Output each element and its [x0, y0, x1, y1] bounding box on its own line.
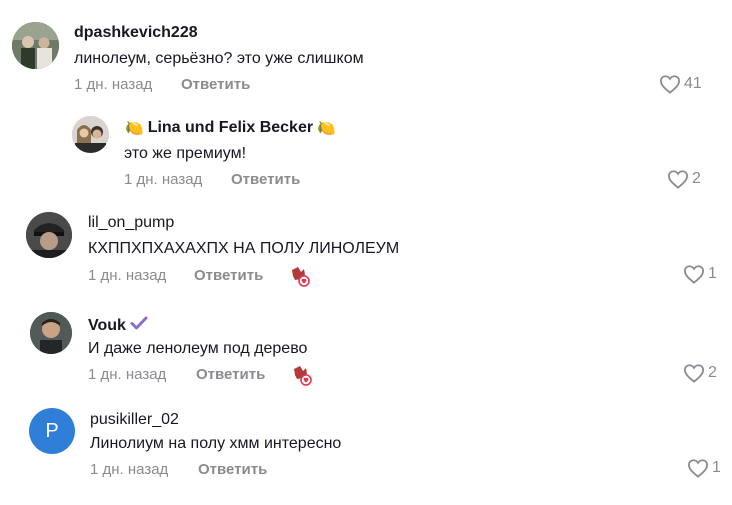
- verified-check-icon: [130, 315, 148, 336]
- username[interactable]: Vouk: [88, 315, 148, 336]
- username[interactable]: dpashkevich228: [74, 24, 198, 42]
- comment-time: 1 дн. назад: [88, 267, 167, 284]
- creator-liked-icon: [291, 364, 313, 391]
- reply-button[interactable]: Ответить: [231, 171, 300, 188]
- lemon-emoji: 🍋: [317, 120, 336, 137]
- like-count: 1: [712, 459, 721, 476]
- like-count: 2: [708, 364, 717, 381]
- creator-liked-icon: [289, 265, 311, 292]
- like-count: 41: [684, 75, 702, 92]
- lemon-emoji: 🍋: [125, 120, 144, 137]
- avatar[interactable]: [72, 116, 109, 153]
- username[interactable]: 🍋 Lina und Felix Becker 🍋: [125, 119, 336, 137]
- username-label: Lina und Felix Becker: [147, 119, 314, 136]
- heart-outline-icon: [687, 458, 709, 478]
- avatar[interactable]: [30, 312, 72, 354]
- comment-time: 1 дн. назад: [124, 171, 203, 188]
- username-label: pusikiller_02: [90, 411, 179, 428]
- reply-button[interactable]: Ответить: [196, 366, 265, 383]
- comment-text: Линолиум на полу хмм интересно: [90, 435, 342, 452]
- username[interactable]: lil_on_pump: [88, 214, 174, 232]
- reply-button[interactable]: Ответить: [181, 76, 250, 93]
- comment-text: это же премиум!: [124, 145, 247, 162]
- like-button[interactable]: 1: [683, 264, 717, 284]
- username[interactable]: pusikiller_02: [90, 411, 179, 429]
- comment-time: 1 дн. назад: [74, 76, 153, 93]
- like-button[interactable]: 2: [683, 363, 717, 383]
- reply-button[interactable]: Ответить: [198, 461, 267, 478]
- like-count: 2: [692, 170, 701, 187]
- username-label: Vouk: [88, 316, 126, 334]
- like-button[interactable]: 41: [659, 74, 702, 94]
- heart-outline-icon: [683, 264, 705, 284]
- like-count: 1: [708, 265, 717, 282]
- comment-text: И даже ленолеум под дерево: [88, 340, 308, 357]
- comment-text: линолеум, серьёзно? это уже слишком: [74, 50, 364, 67]
- avatar[interactable]: P: [29, 408, 75, 454]
- comment-time: 1 дн. назад: [88, 366, 167, 383]
- like-button[interactable]: 1: [687, 458, 721, 478]
- avatar-letter: P: [45, 419, 59, 442]
- comment-time: 1 дн. назад: [90, 461, 169, 478]
- avatar[interactable]: [26, 212, 72, 258]
- heart-outline-icon: [659, 74, 681, 94]
- comment-text: КХППХПХАХАХПХ НА ПОЛУ ЛИНОЛЕУМ: [88, 240, 400, 257]
- avatar[interactable]: [12, 22, 59, 69]
- heart-outline-icon: [683, 363, 705, 383]
- heart-outline-icon: [667, 169, 689, 189]
- username-label: lil_on_pump: [88, 214, 175, 231]
- reply-button[interactable]: Ответить: [194, 267, 263, 284]
- like-button[interactable]: 2: [667, 169, 701, 189]
- username-label: dpashkevich228: [74, 24, 198, 41]
